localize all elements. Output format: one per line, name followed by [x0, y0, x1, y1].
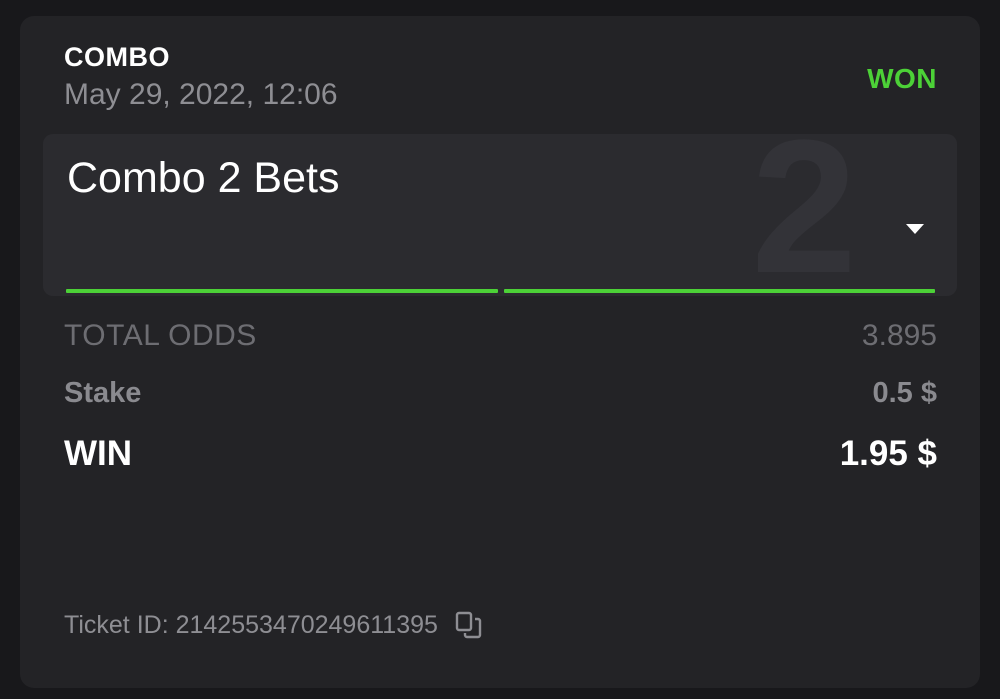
stake-value: 0.5 $ [872, 377, 938, 409]
combo-summary[interactable]: 2 Combo 2 Bets [43, 134, 957, 296]
bet-ticket-card: COMBO May 29, 2022, 12:06 WON 2 Combo 2 … [20, 16, 980, 688]
total-odds-label: TOTAL ODDS [64, 319, 257, 352]
total-odds-value: 3.895 [861, 319, 937, 352]
combo-title: Combo 2 Bets [67, 154, 340, 202]
leg-status-bar [66, 289, 498, 293]
status-badge: WON [867, 63, 937, 94]
bet-date: May 29, 2022, 12:06 [64, 78, 338, 111]
bet-type-label: COMBO [64, 42, 170, 72]
stake-label: Stake [64, 377, 142, 409]
win-label: WIN [64, 434, 133, 473]
win-value: 1.95 $ [839, 434, 937, 473]
leg-status-bars [66, 289, 935, 293]
combo-count-watermark: 2 [751, 134, 857, 296]
ticket-id-row: Ticket ID: 2142553470249611395 [64, 610, 484, 640]
copy-icon[interactable] [454, 610, 484, 640]
ticket-id: Ticket ID: 2142553470249611395 [64, 610, 438, 639]
leg-status-bar [503, 289, 935, 293]
caret-down-icon[interactable] [903, 218, 927, 238]
